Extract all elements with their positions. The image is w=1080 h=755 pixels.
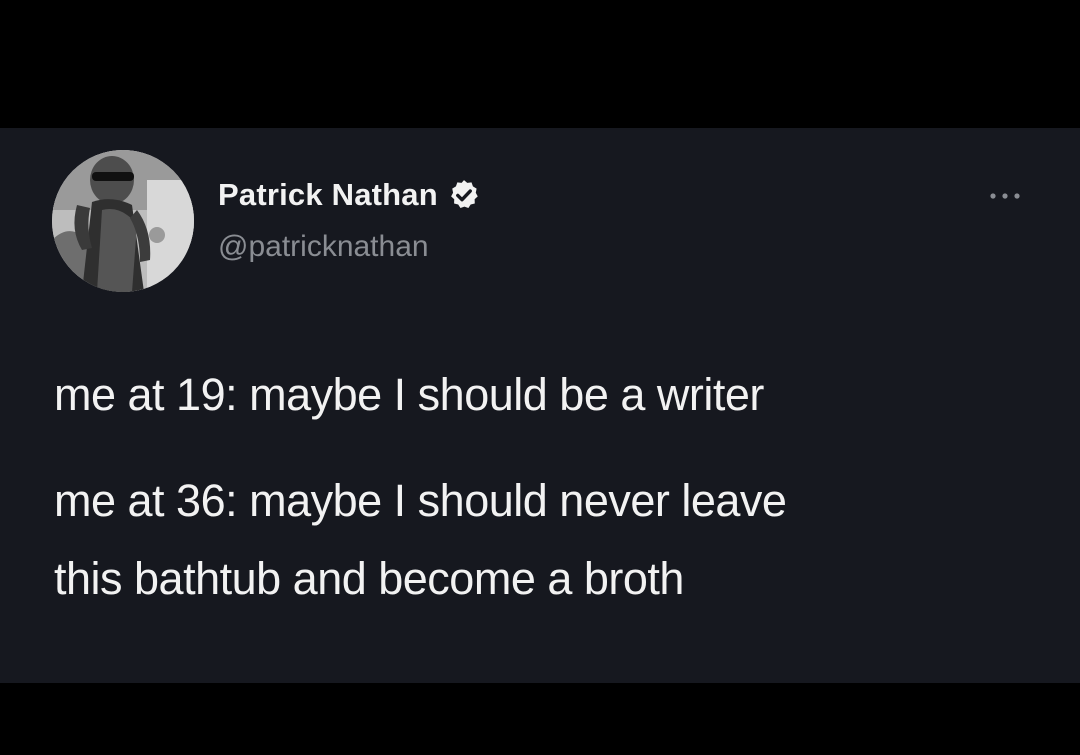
author-name-row: Patrick Nathan xyxy=(218,177,481,213)
avatar-photo xyxy=(52,150,194,292)
display-name[interactable]: Patrick Nathan xyxy=(218,177,438,213)
verified-badge-icon xyxy=(447,178,481,212)
tweet-card[interactable]: Patrick Nathan @patricknathan me at 19: … xyxy=(0,128,1080,683)
more-options-icon[interactable] xyxy=(985,186,1025,206)
tweet-text-paragraph-1: me at 19: maybe I should be a writer xyxy=(54,369,764,420)
avatar[interactable] xyxy=(52,150,194,292)
tweet-text-paragraph-2-line-2: this bathtub and become a broth xyxy=(54,553,684,604)
handle[interactable]: @patricknathan xyxy=(218,230,429,264)
screenshot-frame: Patrick Nathan @patricknathan me at 19: … xyxy=(0,0,1080,755)
tweet-text-paragraph-2-line-1: me at 36: maybe I should never leave xyxy=(54,475,787,526)
